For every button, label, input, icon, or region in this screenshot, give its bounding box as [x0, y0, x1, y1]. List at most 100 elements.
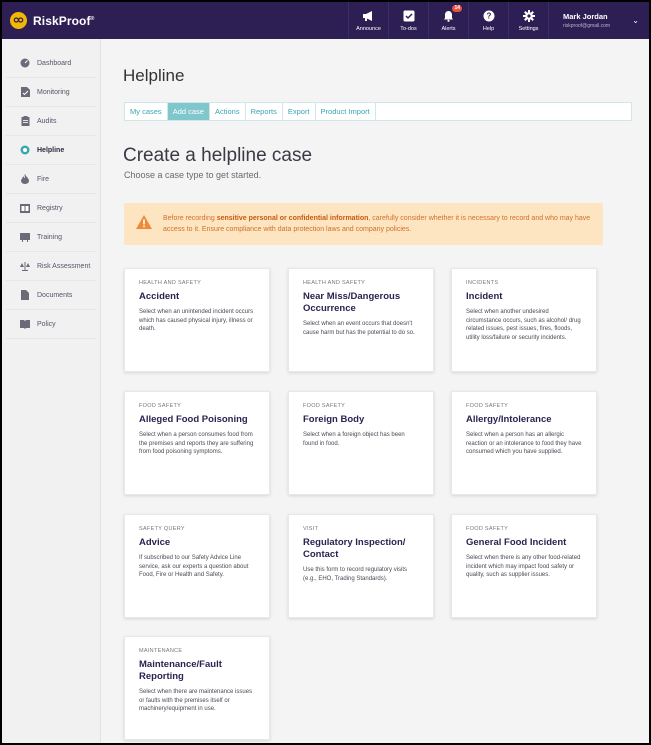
sidebar-item-label: Audits	[37, 117, 57, 125]
scale-icon	[20, 261, 30, 271]
sidebar-item-documents[interactable]: Documents	[6, 281, 96, 310]
nav-announce-label: Announce	[356, 26, 381, 32]
card-category: INCIDENTS	[466, 280, 499, 286]
sidebar-item-label: Dashboard	[37, 59, 72, 67]
registry-icon	[20, 203, 30, 213]
training-icon	[20, 232, 30, 242]
tab-actions[interactable]: Actions	[210, 103, 246, 120]
sidebar-item-label: Monitoring	[37, 88, 70, 96]
nav-settings-label: Settings	[518, 26, 539, 32]
sidebar-item-dashboard[interactable]: Dashboard	[6, 49, 96, 78]
card-title: Foreign Body	[303, 414, 365, 425]
help-circle-icon: ?	[483, 9, 495, 23]
nav-todos[interactable]: To-dos	[388, 2, 428, 39]
card-title: Alleged Food Poisoning	[139, 414, 248, 425]
card-description: Use this form to record regulatory visit…	[303, 567, 408, 582]
card-title: Regulatory Inspection/ Contact	[303, 537, 406, 560]
card-description: If subscribed to our Safety Advice Line …	[139, 555, 249, 578]
case-type-card-maintenance[interactable]: MAINTENANCE Maintenance/Fault Reporting …	[124, 636, 270, 740]
main-content: Helpline My cases Add case Actions Repor…	[102, 39, 649, 743]
card-title: Near Miss/Dangerous Occurrence	[303, 291, 401, 314]
card-description: Select when another undesired circumstan…	[466, 309, 581, 341]
top-bar: RiskProof® Announce To-dos 14 Alerts ? H…	[2, 2, 649, 39]
card-description: Select when a person has an allergic rea…	[466, 432, 582, 455]
sidebar-item-audits[interactable]: Audits	[6, 107, 96, 136]
card-category: MAINTENANCE	[139, 648, 183, 654]
app-name: RiskProof®	[33, 13, 95, 28]
user-name: Mark Jordan	[563, 12, 608, 21]
sidebar-item-fire[interactable]: Fire	[6, 165, 96, 194]
card-category: VISIT	[303, 526, 319, 532]
card-title: Maintenance/Fault Reporting	[139, 659, 222, 682]
sidebar-item-monitoring[interactable]: Monitoring	[6, 78, 96, 107]
card-description: Select when a person consumes food from …	[139, 432, 254, 455]
card-title: Incident	[466, 291, 503, 302]
case-type-card-incident[interactable]: INCIDENTS Incident Select when another u…	[451, 268, 597, 372]
card-category: SAFETY QUERY	[139, 526, 185, 532]
sidebar-item-training[interactable]: Training	[6, 223, 96, 252]
logo[interactable]: RiskProof®	[2, 2, 348, 39]
card-category: HEALTH AND SAFETY	[139, 280, 202, 286]
sidebar: Dashboard Monitoring Audits Helpline Fir…	[2, 39, 101, 743]
sidebar-item-label: Risk Assessment	[37, 262, 91, 270]
sidebar-item-label: Fire	[37, 175, 50, 183]
card-title: General Food Incident	[466, 537, 567, 548]
section-heading: Create a helpline case	[123, 145, 313, 166]
dashboard-icon	[20, 58, 30, 68]
card-category: FOOD SAFETY	[466, 403, 509, 409]
warning-icon	[136, 214, 152, 234]
sidebar-item-policy[interactable]: Policy	[6, 310, 96, 339]
case-type-card-accident[interactable]: HEALTH AND SAFETY Accident Select when a…	[124, 268, 270, 372]
case-type-card-foreign-body[interactable]: FOOD SAFETY Foreign Body Select when a f…	[288, 391, 434, 495]
card-title: Accident	[139, 291, 180, 302]
nav-settings[interactable]: Settings	[508, 2, 548, 39]
tab-my-cases[interactable]: My cases	[125, 103, 168, 120]
sidebar-item-risk-assessment[interactable]: Risk Assessment	[6, 252, 96, 281]
tab-product-import[interactable]: Product Import	[316, 103, 376, 120]
card-category: HEALTH AND SAFETY	[303, 280, 366, 286]
document-icon	[20, 290, 30, 300]
case-type-card-alleged-food-poisoning[interactable]: FOOD SAFETY Alleged Food Poisoning Selec…	[124, 391, 270, 495]
flame-icon	[20, 174, 30, 184]
nav-announce[interactable]: Announce	[348, 2, 388, 39]
logo-icon	[10, 12, 27, 29]
card-category: FOOD SAFETY	[466, 526, 509, 532]
case-type-card-advice[interactable]: SAFETY QUERY Advice If subscribed to our…	[124, 514, 270, 618]
section-subheading: Choose a case type to get started.	[124, 170, 262, 180]
monitoring-icon	[20, 87, 30, 97]
privacy-warning: Before recording sensitive personal or c…	[124, 203, 603, 245]
sidebar-item-label: Training	[37, 233, 63, 241]
megaphone-icon	[362, 9, 375, 23]
sidebar-item-helpline[interactable]: Helpline	[6, 136, 96, 165]
sidebar-item-label: Documents	[37, 291, 73, 299]
card-description: Select when there is any other food-rela…	[466, 555, 581, 578]
card-title: Advice	[139, 537, 171, 548]
lifebuoy-icon	[20, 145, 30, 155]
user-menu[interactable]: Mark Jordan riskproof@gmail.com ⌄	[548, 2, 649, 39]
tab-reports[interactable]: Reports	[246, 103, 283, 120]
card-description: Select when there are maintenance issues…	[139, 689, 253, 712]
chevron-down-icon: ⌄	[632, 16, 639, 25]
book-icon	[20, 319, 30, 329]
case-type-card-allergy[interactable]: FOOD SAFETY Allergy/Intolerance Select w…	[451, 391, 597, 495]
user-email: riskproof@gmail.com	[563, 23, 611, 29]
nav-help[interactable]: ? Help	[468, 2, 508, 39]
case-type-card-regulatory-inspection[interactable]: VISIT Regulatory Inspection/ Contact Use…	[288, 514, 434, 618]
tab-export[interactable]: Export	[283, 103, 316, 120]
nav-alerts[interactable]: 14 Alerts	[428, 2, 468, 39]
case-type-card-near-miss[interactable]: HEALTH AND SAFETY Near Miss/Dangerous Oc…	[288, 268, 434, 372]
app-window: RiskProof® Announce To-dos 14 Alerts ? H…	[2, 2, 649, 743]
checkbox-icon	[403, 9, 415, 23]
svg-text:?: ?	[486, 12, 491, 21]
card-category: FOOD SAFETY	[303, 403, 346, 409]
sidebar-item-label: Helpline	[37, 146, 65, 154]
sidebar-item-registry[interactable]: Registry	[6, 194, 96, 223]
sidebar-item-label: Registry	[37, 204, 63, 212]
page-title: Helpline	[123, 66, 185, 85]
tab-bar: My cases Add case Actions Reports Export…	[124, 102, 632, 121]
tab-add-case[interactable]: Add case	[167, 103, 210, 120]
nav-todos-label: To-dos	[400, 26, 417, 32]
case-type-card-general-food-incident[interactable]: FOOD SAFETY General Food Incident Select…	[451, 514, 597, 618]
nav-help-label: Help	[482, 26, 495, 32]
card-description: Select when an unintended incident occur…	[139, 309, 254, 332]
